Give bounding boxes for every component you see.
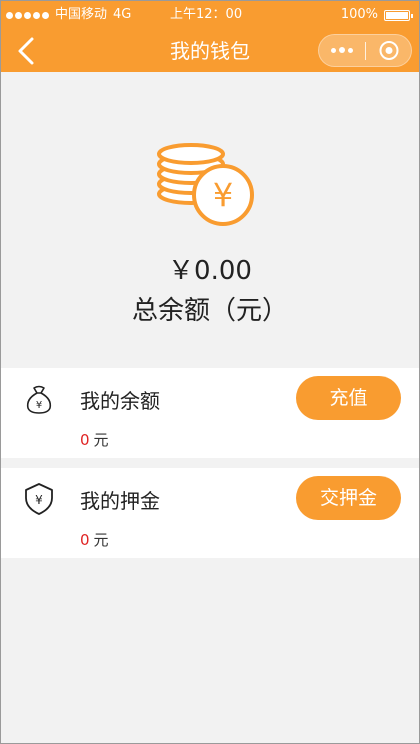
battery-percent: 100%	[340, 7, 378, 22]
money-bag-icon: ¥	[26, 385, 52, 414]
coins-yen-icon: ¥	[157, 143, 254, 226]
balance-number: 0	[80, 431, 90, 449]
svg-text:¥: ¥	[213, 176, 233, 214]
balance-title: 我的余额	[80, 389, 160, 413]
capsule-divider	[365, 42, 366, 60]
balance-value: 0元	[80, 429, 109, 450]
deposit-unit: 元	[93, 531, 109, 549]
more-button[interactable]	[319, 35, 365, 66]
recharge-button[interactable]: 充值	[296, 376, 401, 420]
balance-card: ¥ 我的余额 0元 充值	[0, 368, 420, 458]
svg-text:¥: ¥	[36, 400, 42, 411]
battery-icon	[384, 9, 413, 21]
deposit-number: 0	[80, 531, 90, 549]
pay-deposit-button[interactable]: 交押金	[296, 476, 401, 520]
balance-label: 总余额（元）	[131, 296, 288, 326]
svg-text:¥: ¥	[35, 493, 43, 507]
signal-icon	[6, 11, 49, 19]
header: 中国移动 4G 上午12：00 100% 我的钱包	[0, 0, 420, 72]
status-left: 中国移动 4G	[6, 0, 131, 30]
status-bar: 中国移动 4G 上午12：00 100%	[0, 0, 420, 30]
mini-program-capsule	[318, 34, 412, 67]
deposit-value: 0元	[80, 529, 109, 550]
status-right: 100%	[340, 0, 413, 30]
deposit-title: 我的押金	[80, 489, 160, 513]
nav-bar: 我的钱包	[0, 30, 420, 72]
deposit-card: ¥ 我的押金 0元 交押金	[0, 468, 420, 558]
target-circle-icon	[379, 41, 399, 60]
shield-yen-icon: ¥	[25, 483, 53, 515]
balance-amount: ￥0.00	[168, 256, 252, 286]
network-type: 4G	[113, 7, 132, 22]
balance-unit: 元	[93, 431, 109, 449]
carrier-name: 中国移动	[55, 7, 108, 22]
status-time: 上午12：00	[170, 7, 243, 22]
close-button[interactable]	[367, 35, 411, 66]
